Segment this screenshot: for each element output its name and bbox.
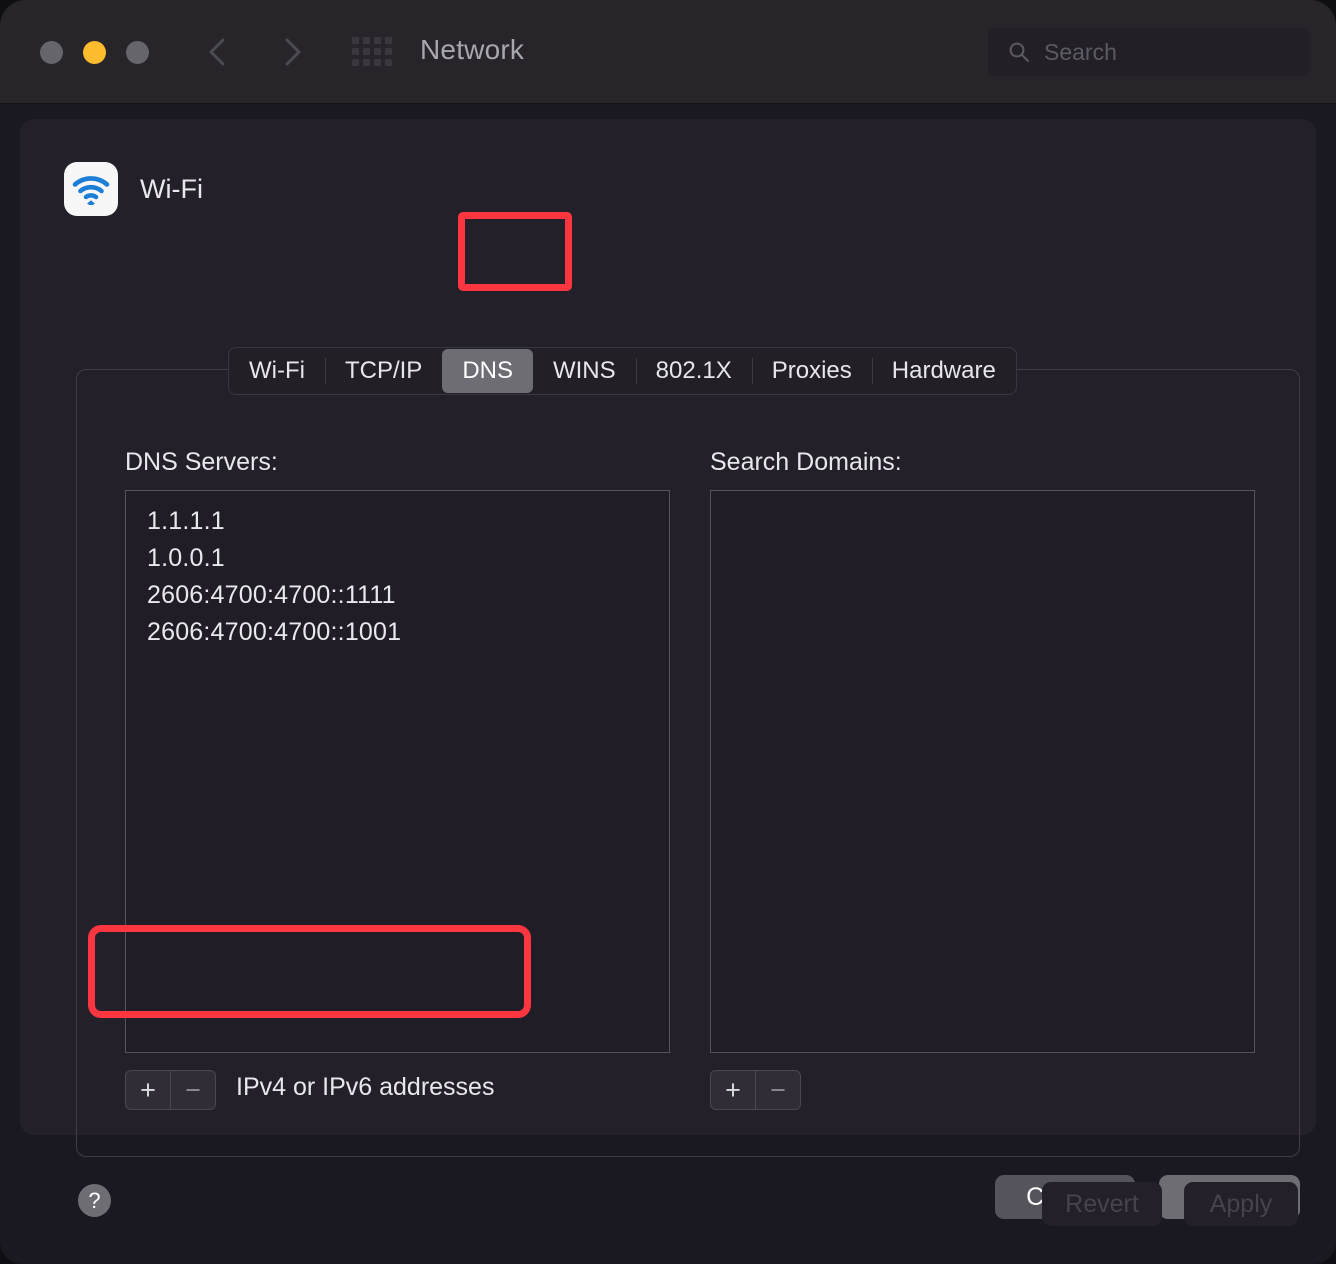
wifi-icon bbox=[64, 162, 118, 216]
tab-label: Proxies bbox=[771, 357, 852, 384]
search-domains-list[interactable] bbox=[710, 490, 1255, 1053]
search-domains-label: Search Domains: bbox=[710, 448, 902, 476]
minimize-button[interactable] bbox=[83, 41, 106, 64]
tab-wins[interactable]: WINS bbox=[533, 348, 636, 394]
tab-label: Wi-Fi bbox=[249, 357, 305, 384]
settings-tab-bar: Wi-Fi TCP/IP DNS WINS 802.1X Proxies Har… bbox=[228, 347, 1017, 395]
window-titlebar: Network Search bbox=[0, 0, 1336, 104]
apply-button: Apply bbox=[1184, 1182, 1298, 1226]
close-button[interactable] bbox=[40, 41, 63, 64]
help-button[interactable]: ? bbox=[78, 1184, 111, 1217]
service-header: Wi-Fi bbox=[64, 162, 203, 216]
tab-8021x[interactable]: 802.1X bbox=[635, 348, 752, 394]
forward-button[interactable] bbox=[270, 30, 314, 74]
dns-address-hint: IPv4 or IPv6 addresses bbox=[236, 1073, 495, 1101]
list-item[interactable]: 2606:4700:4700::1001 bbox=[126, 614, 669, 651]
network-preferences-window: Network Search Wi-Fi Wi-Fi TCP/IP DNS WI… bbox=[0, 0, 1336, 1264]
dns-servers-label: DNS Servers: bbox=[125, 448, 278, 476]
tab-wifi[interactable]: Wi-Fi bbox=[229, 348, 325, 394]
dns-servers-add-remove-control: + − bbox=[125, 1070, 216, 1110]
tab-label: DNS bbox=[462, 357, 513, 384]
search-placeholder: Search bbox=[1044, 38, 1117, 65]
remove-dns-server-button[interactable]: − bbox=[170, 1071, 215, 1109]
show-all-grid-icon[interactable] bbox=[352, 37, 392, 67]
tab-label: 802.1X bbox=[655, 357, 732, 384]
zoom-button[interactable] bbox=[126, 41, 149, 64]
tab-proxies[interactable]: Proxies bbox=[751, 348, 872, 394]
search-field[interactable]: Search bbox=[988, 28, 1310, 76]
add-dns-server-button[interactable]: + bbox=[126, 1071, 170, 1109]
add-search-domain-button[interactable]: + bbox=[711, 1071, 755, 1109]
search-icon bbox=[1008, 41, 1030, 63]
list-item[interactable]: 1.1.1.1 bbox=[126, 503, 669, 540]
list-item[interactable]: 1.0.0.1 bbox=[126, 540, 669, 577]
dns-servers-list[interactable]: 1.1.1.1 1.0.0.1 2606:4700:4700::1111 260… bbox=[125, 490, 670, 1053]
page-title: Network bbox=[420, 34, 525, 65]
remove-search-domain-button[interactable]: − bbox=[755, 1071, 800, 1109]
tab-dns[interactable]: DNS bbox=[442, 349, 533, 393]
back-button[interactable] bbox=[196, 30, 240, 74]
tab-label: WINS bbox=[552, 357, 616, 384]
service-name: Wi-Fi bbox=[140, 173, 203, 204]
tab-hardware[interactable]: Hardware bbox=[871, 348, 1016, 394]
list-item[interactable]: 2606:4700:4700::1111 bbox=[126, 577, 669, 614]
revert-button: Revert bbox=[1042, 1182, 1162, 1226]
tab-tcpip[interactable]: TCP/IP bbox=[324, 348, 442, 394]
search-domains-add-remove-control: + − bbox=[710, 1070, 801, 1110]
dns-settings-sheet: Wi-Fi Wi-Fi TCP/IP DNS WINS 802.1X Proxi… bbox=[20, 119, 1316, 1219]
tab-label: TCP/IP bbox=[344, 357, 423, 384]
traffic-light-group bbox=[40, 41, 149, 64]
tab-label: Hardware bbox=[891, 357, 996, 384]
